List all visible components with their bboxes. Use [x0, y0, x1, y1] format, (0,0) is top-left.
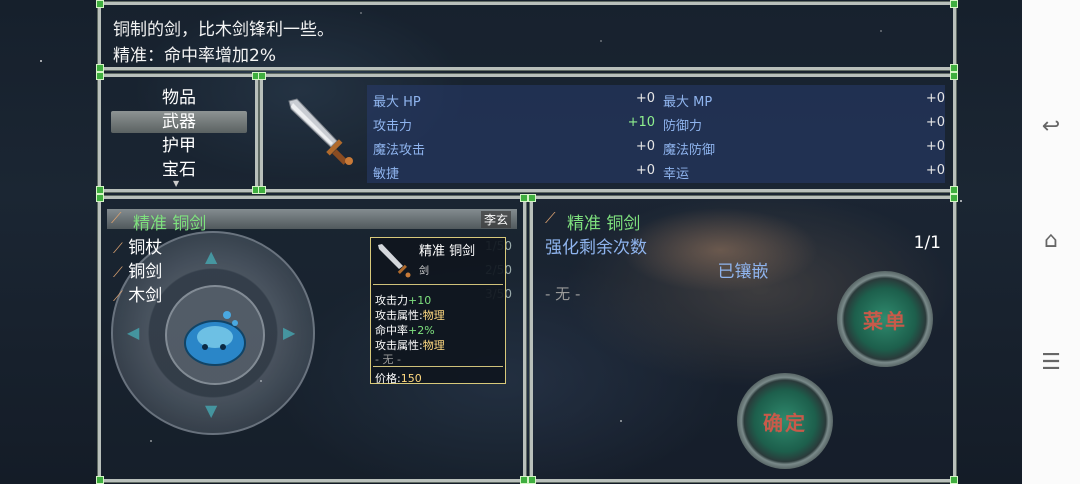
- sword-icon: ⟋: [113, 265, 123, 281]
- tooltip-line-attack: 攻击力+10: [375, 294, 432, 307]
- param-label-max-hp: 最大 HP: [373, 95, 421, 110]
- list-item[interactable]: ⟋ 铜剑: [113, 257, 162, 282]
- param-label-magic-defense: 魔法防御: [663, 143, 716, 158]
- list-item[interactable]: ⟋ 铜杖: [113, 233, 162, 258]
- param-value-magic-attack: +0: [635, 139, 655, 154]
- tooltip-title: 精准 铜剑: [419, 244, 476, 259]
- parameter-panel: [367, 85, 945, 183]
- help-line-1: 铜制的剑，比木剑锋利一些。: [113, 20, 334, 40]
- back-icon[interactable]: ↩: [1038, 116, 1064, 138]
- star: [40, 60, 42, 62]
- category-item-items[interactable]: 物品: [111, 87, 247, 109]
- param-value-attack: +10: [627, 115, 655, 130]
- sword-icon: [378, 244, 411, 278]
- param-label-luck: 幸运: [663, 167, 690, 182]
- item-row-selected[interactable]: ⟋ 精准 铜剑 李玄: [107, 209, 517, 234]
- home-icon[interactable]: ⌂: [1038, 230, 1064, 252]
- enhance-value: 1/1: [913, 233, 941, 253]
- list-item[interactable]: ⟋ 木剑: [113, 281, 162, 306]
- star: [960, 200, 962, 202]
- detail-none: - 无 -: [545, 285, 581, 303]
- divider: [373, 366, 503, 367]
- param-label-max-mp: 最大 MP: [663, 95, 713, 110]
- category-window: 物品 武器 护甲 宝石 ▼: [96, 72, 260, 194]
- item-name: 铜剑: [128, 262, 163, 282]
- detail-window: ⟋ 精准 铜剑 强化剩余次数 1/1 已镶嵌 - 无 - 菜单 确定: [528, 194, 958, 484]
- item-owner: 李玄: [480, 211, 511, 228]
- category-item-gems[interactable]: 宝石: [111, 159, 247, 181]
- help-window: 铜制的剑，比木剑锋利一些。 精准：命中率增加2%: [96, 0, 958, 72]
- category-item-weapons[interactable]: 武器: [111, 111, 247, 133]
- tooltip-line-attack-attr: 攻击属性:物理: [375, 309, 445, 322]
- scroll-down-icon[interactable]: ▼: [173, 179, 179, 188]
- item-name: 木剑: [128, 286, 163, 306]
- sword-icon: ⟋: [111, 209, 122, 227]
- param-value-max-hp: +0: [635, 91, 655, 106]
- tooltip-line-hit-rate: 命中率+2%: [375, 324, 435, 337]
- detail-title: 精准 铜剑: [567, 214, 641, 234]
- param-label-attack: 攻击力: [373, 119, 413, 134]
- category-item-armor[interactable]: 护甲: [111, 135, 247, 157]
- param-label-defense: 防御力: [663, 119, 703, 134]
- param-value-max-mp: +0: [925, 91, 945, 106]
- param-value-luck: +0: [925, 163, 945, 178]
- dpad-right-icon[interactable]: ▶: [283, 323, 295, 342]
- help-line-2: 精准：命中率增加2%: [113, 46, 276, 66]
- param-label-magic-attack: 魔法攻击: [373, 143, 426, 158]
- enhance-label: 强化剩余次数: [545, 238, 647, 258]
- item-name-selected: 精准 铜剑: [133, 214, 207, 234]
- menu-button[interactable]: 菜单: [837, 271, 933, 367]
- confirm-button[interactable]: 确定: [737, 373, 833, 469]
- tooltip-none: - 无 -: [375, 353, 401, 366]
- tooltip-type: 剑: [419, 266, 429, 277]
- sword-icon: ⟋: [545, 209, 556, 227]
- game-screen: 铜制的剑，比木剑锋利一些。 精准：命中率增加2% 物品 武器 护甲 宝石 ▼ 最…: [0, 0, 1022, 484]
- dpad-left-icon[interactable]: ◀: [127, 323, 139, 342]
- tooltip-price: 价格:150: [375, 372, 422, 385]
- divider: [373, 284, 503, 285]
- system-nav-bar: ↩ ⌂ ☰: [1022, 0, 1080, 484]
- staff-icon: ⟋: [113, 241, 123, 257]
- param-value-defense: +0: [925, 115, 945, 130]
- param-value-agility: +0: [635, 163, 655, 178]
- item-name: 铜杖: [128, 238, 163, 258]
- sword-icon: ⟋: [113, 289, 123, 305]
- sword-icon: [288, 98, 353, 165]
- param-label-agility: 敏捷: [373, 167, 400, 182]
- slime-icon: [184, 311, 246, 366]
- dpad-down-icon[interactable]: ▼: [205, 401, 217, 420]
- parameter-window: 最大 HP +0 攻击力 +10 魔法攻击 +0 敏捷 +0 最大 MP +0 …: [258, 72, 958, 194]
- item-tooltip: 精准 铜剑 剑 攻击力+10 攻击属性:物理 命中率+2% 攻击属性:物理 - …: [370, 237, 506, 385]
- param-value-magic-defense: +0: [925, 139, 945, 154]
- dpad-center[interactable]: [165, 285, 265, 385]
- dpad-up-icon[interactable]: ▲: [205, 247, 217, 266]
- menu-icon[interactable]: ☰: [1038, 352, 1064, 374]
